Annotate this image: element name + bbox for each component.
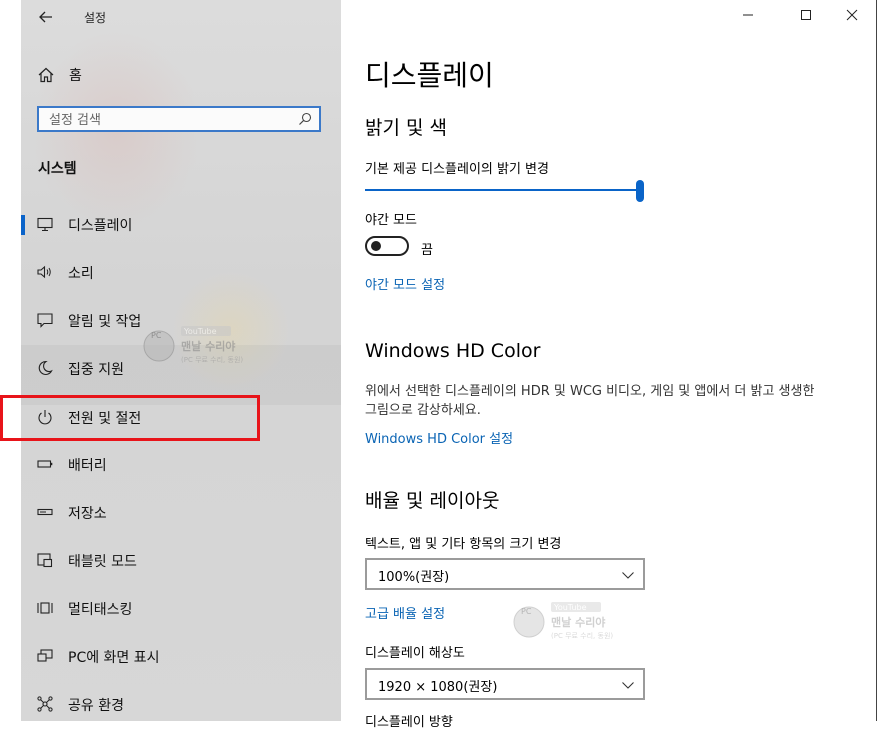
sidebar-item-sound[interactable]: 소리 (21, 251, 341, 295)
minimize-button[interactable] (733, 6, 763, 28)
highlight-annotation (0, 395, 260, 441)
svg-text:(PC 무료 수리, 동원): (PC 무료 수리, 동원) (181, 355, 243, 364)
sidebar-item-multitasking[interactable]: 멀티태스킹 (21, 587, 341, 631)
chevron-down-icon (622, 682, 634, 689)
battery-icon (37, 460, 53, 468)
sidebar-item-tablet-mode[interactable]: 태블릿 모드 (21, 539, 341, 583)
sidebar-item-label: 공유 환경 (68, 698, 124, 714)
brightness-slider[interactable] (365, 189, 641, 191)
monitor-icon (37, 217, 53, 232)
outer-background (0, 0, 21, 721)
sidebar-item-label: 소리 (68, 266, 94, 282)
maximize-icon (801, 10, 811, 20)
sidebar-item-label: 멀티태스킹 (68, 602, 133, 618)
watermark-emblem-icon: PC YouTube 맨날 수리야 (PC 무료 수리, 동원) (513, 602, 613, 640)
svg-text:PC: PC (521, 607, 532, 616)
svg-text:YouTube: YouTube (553, 603, 587, 612)
night-light-toggle[interactable] (365, 236, 409, 256)
speaker-icon (37, 265, 51, 279)
app-title: 설정 (84, 11, 107, 25)
notification-icon (37, 313, 53, 328)
night-light-settings-link[interactable]: 야간 모드 설정 (365, 274, 445, 293)
watermark-logo: PC YouTube 맨날 수리야 (PC 무료 수리, 동원) (509, 598, 619, 644)
sidebar-item-storage[interactable]: 저장소 (21, 491, 341, 535)
hd-color-settings-link[interactable]: Windows HD Color 설정 (365, 428, 513, 447)
sidebar-item-label: PC에 화면 표시 (68, 650, 160, 666)
sidebar-item-shared-experiences[interactable]: 공유 환경 (21, 683, 341, 721)
sidebar-item-label: 태블릿 모드 (68, 554, 137, 570)
advanced-scaling-link[interactable]: 고급 배율 설정 (365, 603, 445, 622)
sidebar-item-display[interactable]: 디스플레이 (21, 203, 341, 247)
selection-indicator (21, 215, 25, 235)
watermark-logo: PC YouTube 맨날 수리야 (PC 무료 수리, 동원) (139, 322, 249, 368)
sidebar-item-label: 알림 및 작업 (68, 314, 142, 330)
project-icon (37, 649, 53, 662)
search-box[interactable] (37, 106, 321, 132)
main-content: 디스플레이 밝기 및 색 기본 제공 디스플레이의 밝기 변경 야간 모드 끔 … (341, 0, 877, 730)
resolution-label: 디스플레이 해상도 (365, 646, 465, 661)
section-hd-color: Windows HD Color (365, 340, 541, 362)
back-arrow-icon (39, 11, 52, 23)
svg-text:맨날 수리야: 맨날 수리야 (551, 615, 605, 629)
resolution-dropdown[interactable]: 1920 × 1080(권장) (365, 668, 645, 700)
search-icon[interactable] (297, 111, 313, 127)
sidebar-item-label: 디스플레이 (68, 218, 133, 234)
page-title: 디스플레이 (365, 59, 494, 92)
scale-label: 텍스트, 앱 및 기타 항목의 크기 변경 (365, 537, 562, 552)
maximize-button[interactable] (791, 6, 821, 28)
svg-text:(PC 무료 수리, 동원): (PC 무료 수리, 동원) (551, 631, 613, 640)
sidebar-item-label: 배터리 (68, 458, 107, 474)
sidebar-item-label: 저장소 (68, 506, 107, 522)
home-icon (38, 67, 54, 83)
scale-dropdown-value: 100%(권장) (378, 570, 450, 585)
svg-text:PC: PC (151, 331, 162, 340)
watermark-emblem-icon: PC YouTube 맨날 수리야 (PC 무료 수리, 동원) (143, 326, 243, 364)
sidebar-section-title: 시스템 (38, 161, 77, 177)
sidebar-item-project-to-pc[interactable]: PC에 화면 표시 (21, 635, 341, 679)
night-light-label: 야간 모드 (365, 213, 417, 228)
share-icon (37, 696, 53, 712)
multitasking-icon (37, 602, 53, 614)
brightness-label: 기본 제공 디스플레이의 밝기 변경 (365, 162, 549, 177)
sidebar: 설정 홈 시스템 디스플레이 소리 알림 및 작업 (21, 0, 341, 721)
sidebar-item-label: 집중 지원 (68, 362, 124, 378)
section-brightness-color: 밝기 및 색 (365, 117, 447, 139)
sidebar-item-battery[interactable]: 배터리 (21, 443, 341, 487)
back-button[interactable] (35, 6, 57, 28)
hd-color-description: 위에서 선택한 디스플레이의 HDR 및 WCG 비디오, 게임 및 앱에서 더… (365, 384, 815, 418)
night-light-state: 끔 (421, 243, 433, 258)
scale-dropdown[interactable]: 100%(권장) (365, 558, 645, 590)
svg-text:맨날 수리야: 맨날 수리야 (181, 339, 235, 353)
chevron-down-icon (622, 572, 634, 579)
minimize-icon (743, 14, 753, 16)
storage-icon (37, 508, 53, 516)
close-icon (846, 9, 858, 21)
svg-text:YouTube: YouTube (183, 327, 217, 336)
resolution-dropdown-value: 1920 × 1080(권장) (378, 680, 498, 695)
tablet-icon (37, 553, 53, 568)
brightness-slider-thumb[interactable] (636, 180, 644, 202)
title-bar: 설정 (21, 0, 341, 36)
close-button[interactable] (837, 6, 867, 28)
moon-icon (38, 360, 53, 375)
section-scale-layout: 배율 및 레이아웃 (365, 490, 500, 512)
nav-home[interactable]: 홈 (21, 56, 341, 92)
search-input[interactable] (47, 110, 291, 130)
nav-home-label: 홈 (69, 68, 82, 84)
